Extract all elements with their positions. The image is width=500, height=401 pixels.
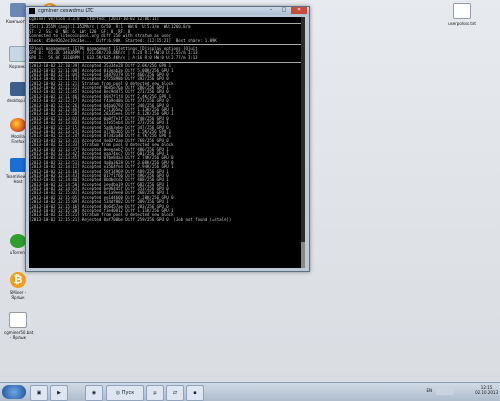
bitcoin-icon: ₿ [10,272,26,288]
teamviewer-icon [10,158,26,172]
log-block: [2013-10-02 12:10:39] Accepted 35334e28 … [29,63,305,222]
console-header: cgminer version 3.3.8 - Started: [2013-1… [29,17,160,21]
desktop-icon-label: userpolsss.txt [448,21,476,26]
desktop-icon-userpolsss[interactable]: userpolsss.txt [448,3,476,26]
clock-date: 02.10.2013 [475,390,498,395]
menu-line: GPU 1: 56.0C 3316RPM | 633.5K/625.4Kh/s … [29,54,198,60]
taskbar-cmd[interactable]: ▪ [186,385,204,401]
desktop-icon-cgminer-bat[interactable]: cgminer50.bat - Ярлык [4,312,34,340]
maximize-button[interactable]: □ [278,7,290,14]
tray-icons[interactable] [436,387,454,395]
desktop-ini-icon [10,82,26,96]
desktop-icon-label: uTorrent [9,250,27,255]
desktop-icon-label: Mozilla Firefox [11,134,25,144]
taskbar-media[interactable]: ▶ [50,385,68,401]
teamviewer-icon: ⇄ [172,390,178,396]
status-block: (5s):1.355M (avg):1.352Mh/s | 6/50 R:1 H… [29,24,305,43]
firefox-icon [10,118,26,132]
utorrent-icon: µ [153,390,157,396]
window-titlebar[interactable]: cgminer ceswdmu LTC – □ ✕ [26,7,309,15]
log-line: [2013-10-02 12:15:21] Rejected 8af708be … [29,216,232,222]
taskbar-firefox[interactable]: ◉ [85,385,103,401]
tray-clock[interactable]: 12:15 02.10.2013 [475,385,498,395]
desktop-icon-label: cgminer50.bat - Ярлык [4,330,34,340]
status-line: Block: 450e9262ec19c3be... Diff:6.98K St… [29,37,217,43]
taskbar-explorer[interactable]: ▣ [30,385,48,401]
language-indicator[interactable]: EN [426,388,432,393]
console-scrollbar[interactable] [301,17,305,268]
window-title: cgminer ceswdmu LTC [38,8,94,14]
taskbar-utorrent[interactable]: µ [146,385,164,401]
explorer-icon: ▣ [36,390,42,396]
minimize-button[interactable]: – [265,7,277,14]
cgminer-window[interactable]: cgminer ceswdmu LTC – □ ✕ cgminer versio… [25,6,310,272]
console-output[interactable]: cgminer version 3.3.8 - Started: [2013-1… [29,17,305,268]
console-icon [29,8,35,14]
desktop-icon-label: SMiner - Ярлык [9,290,27,300]
desktop-icon-sminer[interactable]: ₿ SMiner - Ярлык [4,272,32,300]
batch-file-icon [9,312,27,328]
menu-block: [P]ool management [G]PU management [S]et… [29,46,305,60]
computer-icon [10,3,26,17]
close-button[interactable]: ✕ [291,7,307,14]
taskbar-item-label: Пуск [121,390,135,396]
firefox-icon: ◉ [91,390,97,396]
taskbar-search[interactable]: ◎ Пуск [106,385,144,401]
text-file-icon [453,3,471,19]
scrollbar-thumb[interactable] [301,242,305,268]
utorrent-icon [10,234,26,248]
search-icon: ◎ [115,390,121,396]
cmd-icon: ▪ [193,390,197,396]
start-button[interactable] [2,385,26,399]
media-icon: ▶ [57,390,61,396]
taskbar: ▣ ▶ ◉ ◎ Пуск µ ⇄ ▪ EN 12:15 02.10.2013 [0,382,500,401]
taskbar-teamviewer[interactable]: ⇄ [166,385,184,401]
